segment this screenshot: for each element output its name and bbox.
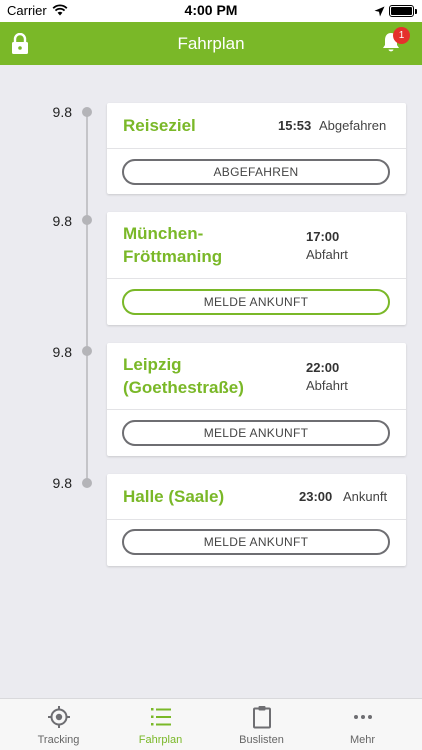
timeline-day: 9.8 <box>52 344 72 360</box>
stop-status: Abfahrt <box>306 247 348 262</box>
tab-label: Mehr <box>349 734 376 746</box>
clipboard-icon <box>250 705 274 729</box>
stop-status: Abgefahren <box>319 118 387 133</box>
tab-label: Buslisten <box>239 734 284 746</box>
timeline-line <box>86 111 88 483</box>
stop-destination-line: München- <box>123 224 204 243</box>
stop-time: 23:00 <box>299 489 333 504</box>
timeline-dot <box>82 346 92 356</box>
report-arrival-button[interactable]: MELDE ANKUNFT <box>122 420 390 446</box>
target-icon <box>47 705 71 729</box>
tab-fahrplan[interactable]: Fahrplan <box>108 699 213 750</box>
status-bar: Carrier 4:00 PM <box>0 0 422 22</box>
stop-card: München- Fröttmaning 17:00 Abfahrt MELDE… <box>107 212 406 325</box>
tab-mehr[interactable]: Mehr <box>310 699 415 750</box>
stop-destination-line: Halle (Saale) <box>123 487 225 506</box>
notification-badge: 1 <box>393 27 410 44</box>
stop-destination-line: Reiseziel <box>123 116 196 135</box>
stop-destination: Leipzig (Goethestraße) <box>123 353 244 399</box>
stop-destination: Halle (Saale) <box>123 485 224 508</box>
tab-label: Tracking <box>37 734 80 746</box>
report-arrival-button[interactable]: MELDE ANKUNFT <box>122 289 390 315</box>
stop-destination-line: Leipzig <box>123 355 182 374</box>
timeline-day: 9.8 <box>52 475 72 491</box>
stop-destination-line: Fröttmaning <box>123 247 223 266</box>
stop-status: Ankunft <box>343 489 388 504</box>
timeline-dot <box>82 107 92 117</box>
list-icon <box>149 705 173 729</box>
report-arrival-button[interactable]: MELDE ANKUNFT <box>122 529 390 555</box>
timeline-day: 9.8 <box>52 104 72 120</box>
battery-icon <box>389 5 417 17</box>
timeline-dot <box>82 215 92 225</box>
timeline-dot <box>82 478 92 488</box>
tab-label: Fahrplan <box>138 734 183 746</box>
tab-tracking[interactable]: Tracking <box>6 699 111 750</box>
stop-status: Abfahrt <box>306 378 348 393</box>
location-arrow-icon <box>374 4 385 20</box>
stop-time: 15:53 <box>278 118 312 133</box>
tab-buslisten[interactable]: Buslisten <box>209 699 314 750</box>
stop-card: Halle (Saale) 23:00 Ankunft MELDE ANKUNF… <box>107 474 406 566</box>
stop-card: Leipzig (Goethestraße) 22:00 Abfahrt MEL… <box>107 343 406 456</box>
stop-time: 22:00 <box>306 360 340 375</box>
stop-time: 17:00 <box>306 229 340 244</box>
stop-destination: München- Fröttmaning <box>123 222 222 268</box>
stop-card: Reiseziel 15:53 Abgefahren ABGEFAHREN <box>107 103 406 194</box>
status-time: 4:00 PM <box>184 2 238 18</box>
tab-bar: Tracking Fahrplan Buslisten Mehr <box>0 698 422 750</box>
nav-bar: Fahrplan 1 <box>0 22 422 65</box>
stop-destination: Reiseziel <box>123 114 196 137</box>
departed-button[interactable]: ABGEFAHREN <box>122 159 390 185</box>
stop-destination-line: (Goethestraße) <box>123 378 244 397</box>
more-icon <box>351 705 375 729</box>
page-title: Fahrplan <box>177 34 245 53</box>
timeline-day: 9.8 <box>52 213 72 229</box>
